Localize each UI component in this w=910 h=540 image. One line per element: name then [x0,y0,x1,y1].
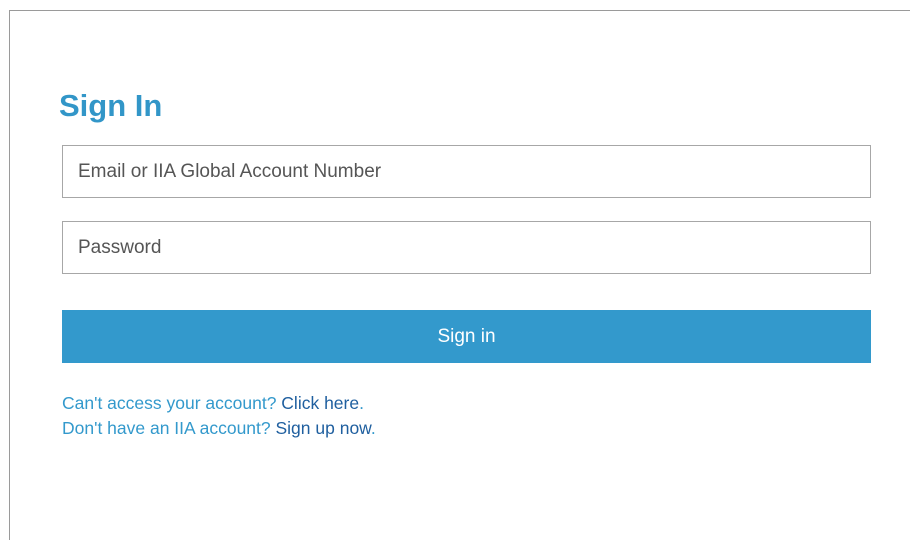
page-title: Sign In [59,88,163,123]
click-here-link[interactable]: Click here [281,393,359,413]
access-account-line: Can't access your account? Click here. [62,391,376,416]
access-account-text: Can't access your account? [62,393,282,413]
sign-in-button[interactable]: Sign in [62,310,871,363]
signup-text: Don't have an IIA account? [62,418,276,438]
signup-line: Don't have an IIA account? Sign up now. [62,416,376,441]
email-field[interactable] [62,145,871,198]
password-field[interactable] [62,221,871,274]
help-links: Can't access your account? Click here. D… [62,391,376,441]
sign-up-now-link[interactable]: Sign up now [276,418,371,438]
access-account-period: . [359,393,364,413]
signup-period: . [370,418,376,438]
